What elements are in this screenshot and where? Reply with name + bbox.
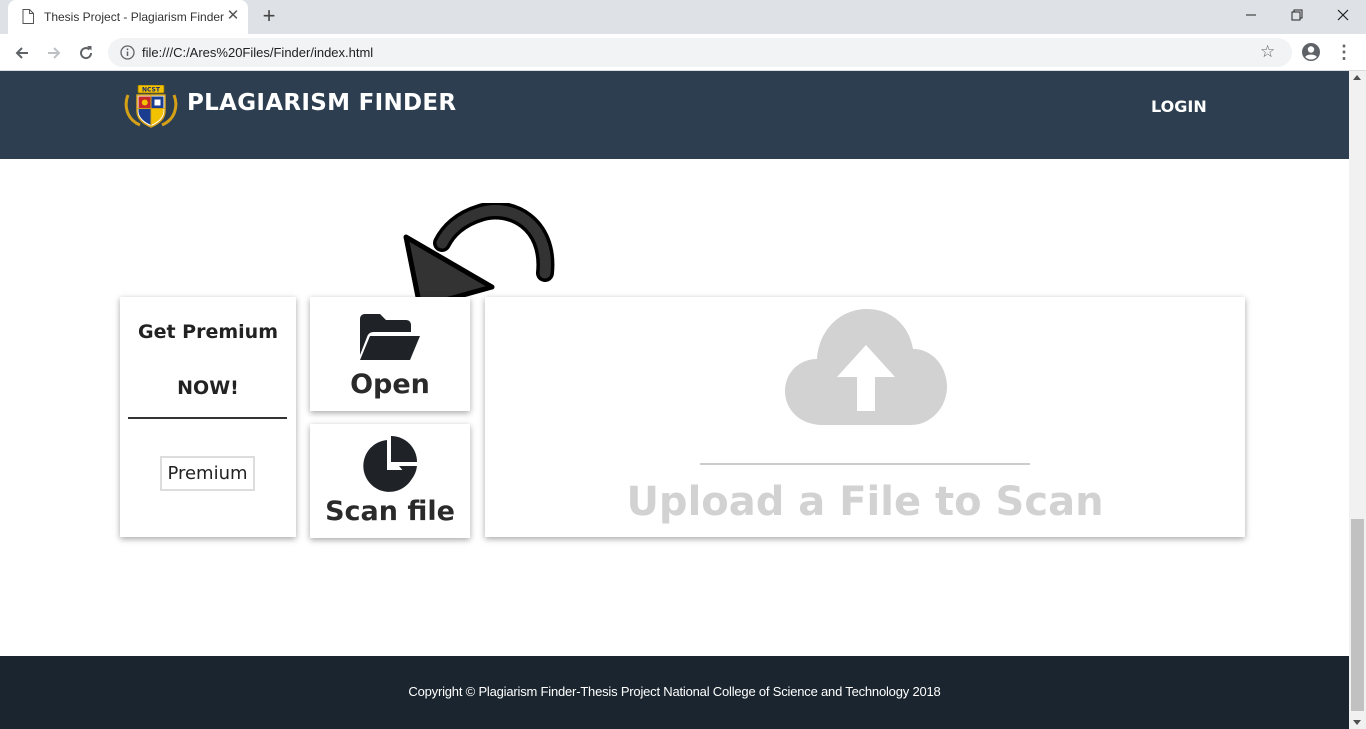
ncst-logo[interactable]: NCST: [122, 85, 180, 129]
scrollbar-thumb[interactable]: [1351, 519, 1364, 711]
minimize-icon: [1246, 14, 1256, 16]
login-link[interactable]: LOGIN: [1151, 97, 1207, 116]
pie-chart-icon: [363, 436, 417, 492]
tab-title: Thesis Project - Plagiarism Finder: [44, 10, 225, 24]
browser-toolbar: file:///C:/Ares%20Files/Finder/index.htm…: [0, 34, 1366, 71]
maximize-icon: [1291, 9, 1303, 21]
site-header: NCST PLAGIARISM FINDER LOGIN: [0, 71, 1349, 159]
vertical-scrollbar[interactable]: [1349, 71, 1366, 729]
open-button[interactable]: Open: [310, 297, 470, 411]
forward-arrow-icon: [48, 47, 61, 59]
url-text[interactable]: file:///C:/Ares%20Files/Finder/index.htm…: [142, 45, 373, 60]
menu-dots-icon[interactable]: ⋮: [1334, 41, 1354, 63]
maximize-button[interactable]: [1274, 0, 1320, 30]
page-viewport: NCST PLAGIARISM FINDER LOGIN Get Premium…: [0, 71, 1366, 729]
scan-file-button[interactable]: Scan file: [310, 424, 470, 538]
close-icon[interactable]: ✕: [226, 8, 240, 23]
profile-icon[interactable]: [1300, 41, 1322, 63]
close-window-icon: [1337, 9, 1349, 21]
site-brand[interactable]: PLAGIARISM FINDER: [187, 90, 456, 116]
copyright-text: Copyright © Plagiarism Finder-Thesis Pro…: [408, 684, 941, 699]
close-window-button[interactable]: [1320, 0, 1366, 30]
premium-now-text: NOW!: [177, 377, 239, 399]
folder-open-icon: [360, 314, 420, 360]
reload-icon: [80, 46, 93, 60]
upload-text: Upload a File to Scan: [626, 479, 1104, 525]
premium-button[interactable]: Premium: [160, 456, 255, 491]
cloud-upload-icon: [785, 309, 947, 425]
info-icon[interactable]: [120, 45, 135, 60]
upload-divider: [700, 463, 1030, 465]
forward-button[interactable]: [42, 41, 66, 65]
back-arrow-icon: [15, 47, 28, 59]
scan-file-label: Scan file: [325, 496, 455, 527]
open-label: Open: [350, 369, 430, 400]
premium-title: Get Premium: [138, 321, 278, 343]
upload-dropzone[interactable]: Upload a File to Scan: [485, 297, 1245, 537]
premium-card: Get Premium NOW! Premium: [120, 297, 296, 537]
scroll-up-arrow-icon[interactable]: [1353, 75, 1361, 80]
browser-tabstrip: Thesis Project - Plagiarism Finder ✕ +: [0, 0, 1366, 34]
site-footer: Copyright © Plagiarism Finder-Thesis Pro…: [0, 656, 1349, 729]
star-icon[interactable]: ☆: [1260, 43, 1275, 61]
svg-text:NCST: NCST: [142, 87, 161, 94]
browser-tab[interactable]: Thesis Project - Plagiarism Finder ✕: [8, 0, 248, 34]
back-button[interactable]: [10, 41, 34, 65]
reload-button[interactable]: [74, 41, 98, 65]
premium-divider: [128, 417, 287, 419]
minimize-button[interactable]: [1228, 0, 1274, 30]
address-bar[interactable]: file:///C:/Ares%20Files/Finder/index.htm…: [108, 38, 1292, 67]
new-tab-button[interactable]: +: [258, 5, 280, 28]
page-icon: [22, 9, 34, 24]
scroll-down-arrow-icon[interactable]: [1353, 720, 1361, 725]
